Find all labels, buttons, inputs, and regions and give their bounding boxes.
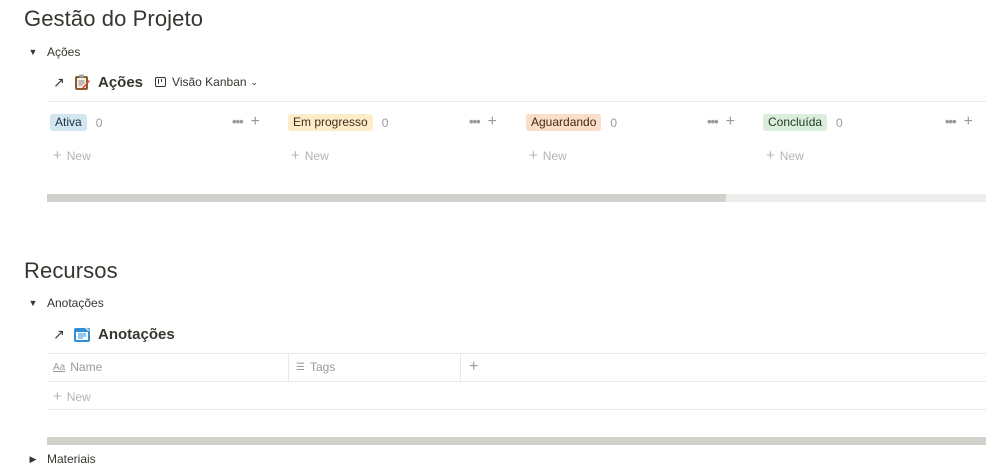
add-card-icon[interactable]: + (251, 113, 260, 129)
status-tag[interactable]: Em progresso (288, 114, 373, 131)
column-actions: ••• + (707, 113, 735, 129)
plus-icon: + (291, 147, 300, 164)
column-divider (460, 353, 461, 381)
table-header-border (47, 381, 986, 382)
kanban-column-header[interactable]: Ativa 0 (50, 114, 102, 131)
toggle-anotacoes[interactable]: ▼ Anotações (25, 296, 104, 310)
add-card-icon[interactable]: + (964, 113, 973, 129)
triangle-down-icon[interactable]: ▼ (25, 47, 41, 57)
column-count: 0 (610, 115, 618, 130)
more-options-icon[interactable]: ••• (232, 114, 244, 129)
new-card-label: New (542, 149, 567, 163)
view-switcher-kanban[interactable]: Visão Kanban ⌄ (155, 75, 258, 89)
list-property-icon: ☰ (296, 361, 305, 373)
column-divider (288, 353, 289, 381)
toggle-materiais[interactable]: ▶ Materiais (25, 452, 96, 466)
add-card-icon[interactable]: + (488, 113, 497, 129)
board-scrollbar-thumb[interactable] (47, 194, 726, 202)
status-tag[interactable]: Ativa (50, 114, 87, 131)
database-title-acoes[interactable]: ↗ Ações Visão Kanban ⌄ (53, 73, 258, 91)
add-column-button[interactable]: + (469, 358, 478, 376)
text-property-icon: Aa (53, 361, 66, 373)
column-count: 0 (95, 115, 103, 130)
kanban-board-icon (155, 77, 167, 87)
more-options-icon[interactable]: ••• (469, 114, 481, 129)
triangle-right-icon[interactable]: ▶ (25, 454, 41, 465)
plus-icon: + (766, 147, 775, 164)
table-bottom-border (47, 409, 986, 410)
column-count: 0 (381, 115, 389, 130)
column-actions: ••• + (469, 113, 497, 129)
toggle-label: Materiais (47, 452, 96, 466)
kanban-column-header[interactable]: Aguardando 0 (526, 114, 617, 131)
new-card-label: New (304, 149, 329, 163)
column-header-tags[interactable]: ☰ Tags (296, 360, 335, 374)
open-link-arrow-icon[interactable]: ↗ (53, 74, 67, 91)
status-tag[interactable]: Concluída (763, 114, 828, 131)
new-card-label: New (66, 149, 91, 163)
plus-icon: + (53, 388, 62, 405)
new-card-label: New (779, 149, 804, 163)
clipboard-icon (73, 73, 91, 91)
table-top-border (47, 353, 986, 354)
plus-icon: + (53, 147, 62, 164)
add-card-icon[interactable]: + (726, 113, 735, 129)
notes-app-icon (73, 325, 91, 343)
table-scrollbar-thumb[interactable] (47, 437, 986, 445)
page-heading-resources: Recursos (24, 258, 118, 283)
column-count: 0 (836, 115, 843, 130)
new-card-button[interactable]: + New (53, 147, 91, 164)
column-actions: ••• + (232, 113, 260, 129)
kanban-column-header[interactable]: Concluída 0 (763, 114, 843, 131)
column-actions: ••• + (945, 113, 973, 129)
column-header-label: Tags (309, 360, 336, 374)
new-row-label: New (66, 390, 91, 404)
new-card-button[interactable]: + New (529, 147, 567, 164)
toggle-acoes[interactable]: ▼ Ações (25, 45, 81, 59)
new-card-button[interactable]: + New (291, 147, 329, 164)
column-header-name[interactable]: Aa Name (53, 360, 102, 374)
database-name: Ações (98, 73, 144, 91)
more-options-icon[interactable]: ••• (945, 114, 957, 129)
toggle-label: Ações (47, 45, 81, 59)
toggle-label: Anotações (47, 296, 104, 310)
plus-icon: + (529, 147, 538, 164)
table-new-row-button[interactable]: + New (53, 388, 91, 405)
new-card-button[interactable]: + New (766, 147, 804, 164)
board-divider (47, 101, 986, 102)
database-title-anotacoes[interactable]: ↗ Anotações (53, 325, 175, 343)
more-options-icon[interactable]: ••• (707, 114, 719, 129)
database-name: Anotações (98, 325, 175, 343)
status-tag[interactable]: Aguardando (526, 114, 602, 131)
view-label: Visão Kanban (172, 75, 247, 89)
chevron-down-icon: ⌄ (250, 76, 259, 87)
triangle-down-icon[interactable]: ▼ (25, 298, 41, 308)
page-heading-project: Gestão do Projeto (24, 6, 204, 31)
open-link-arrow-icon[interactable]: ↗ (53, 326, 67, 343)
kanban-column-header[interactable]: Em progresso 0 (288, 114, 388, 131)
column-header-label: Name (70, 360, 103, 374)
